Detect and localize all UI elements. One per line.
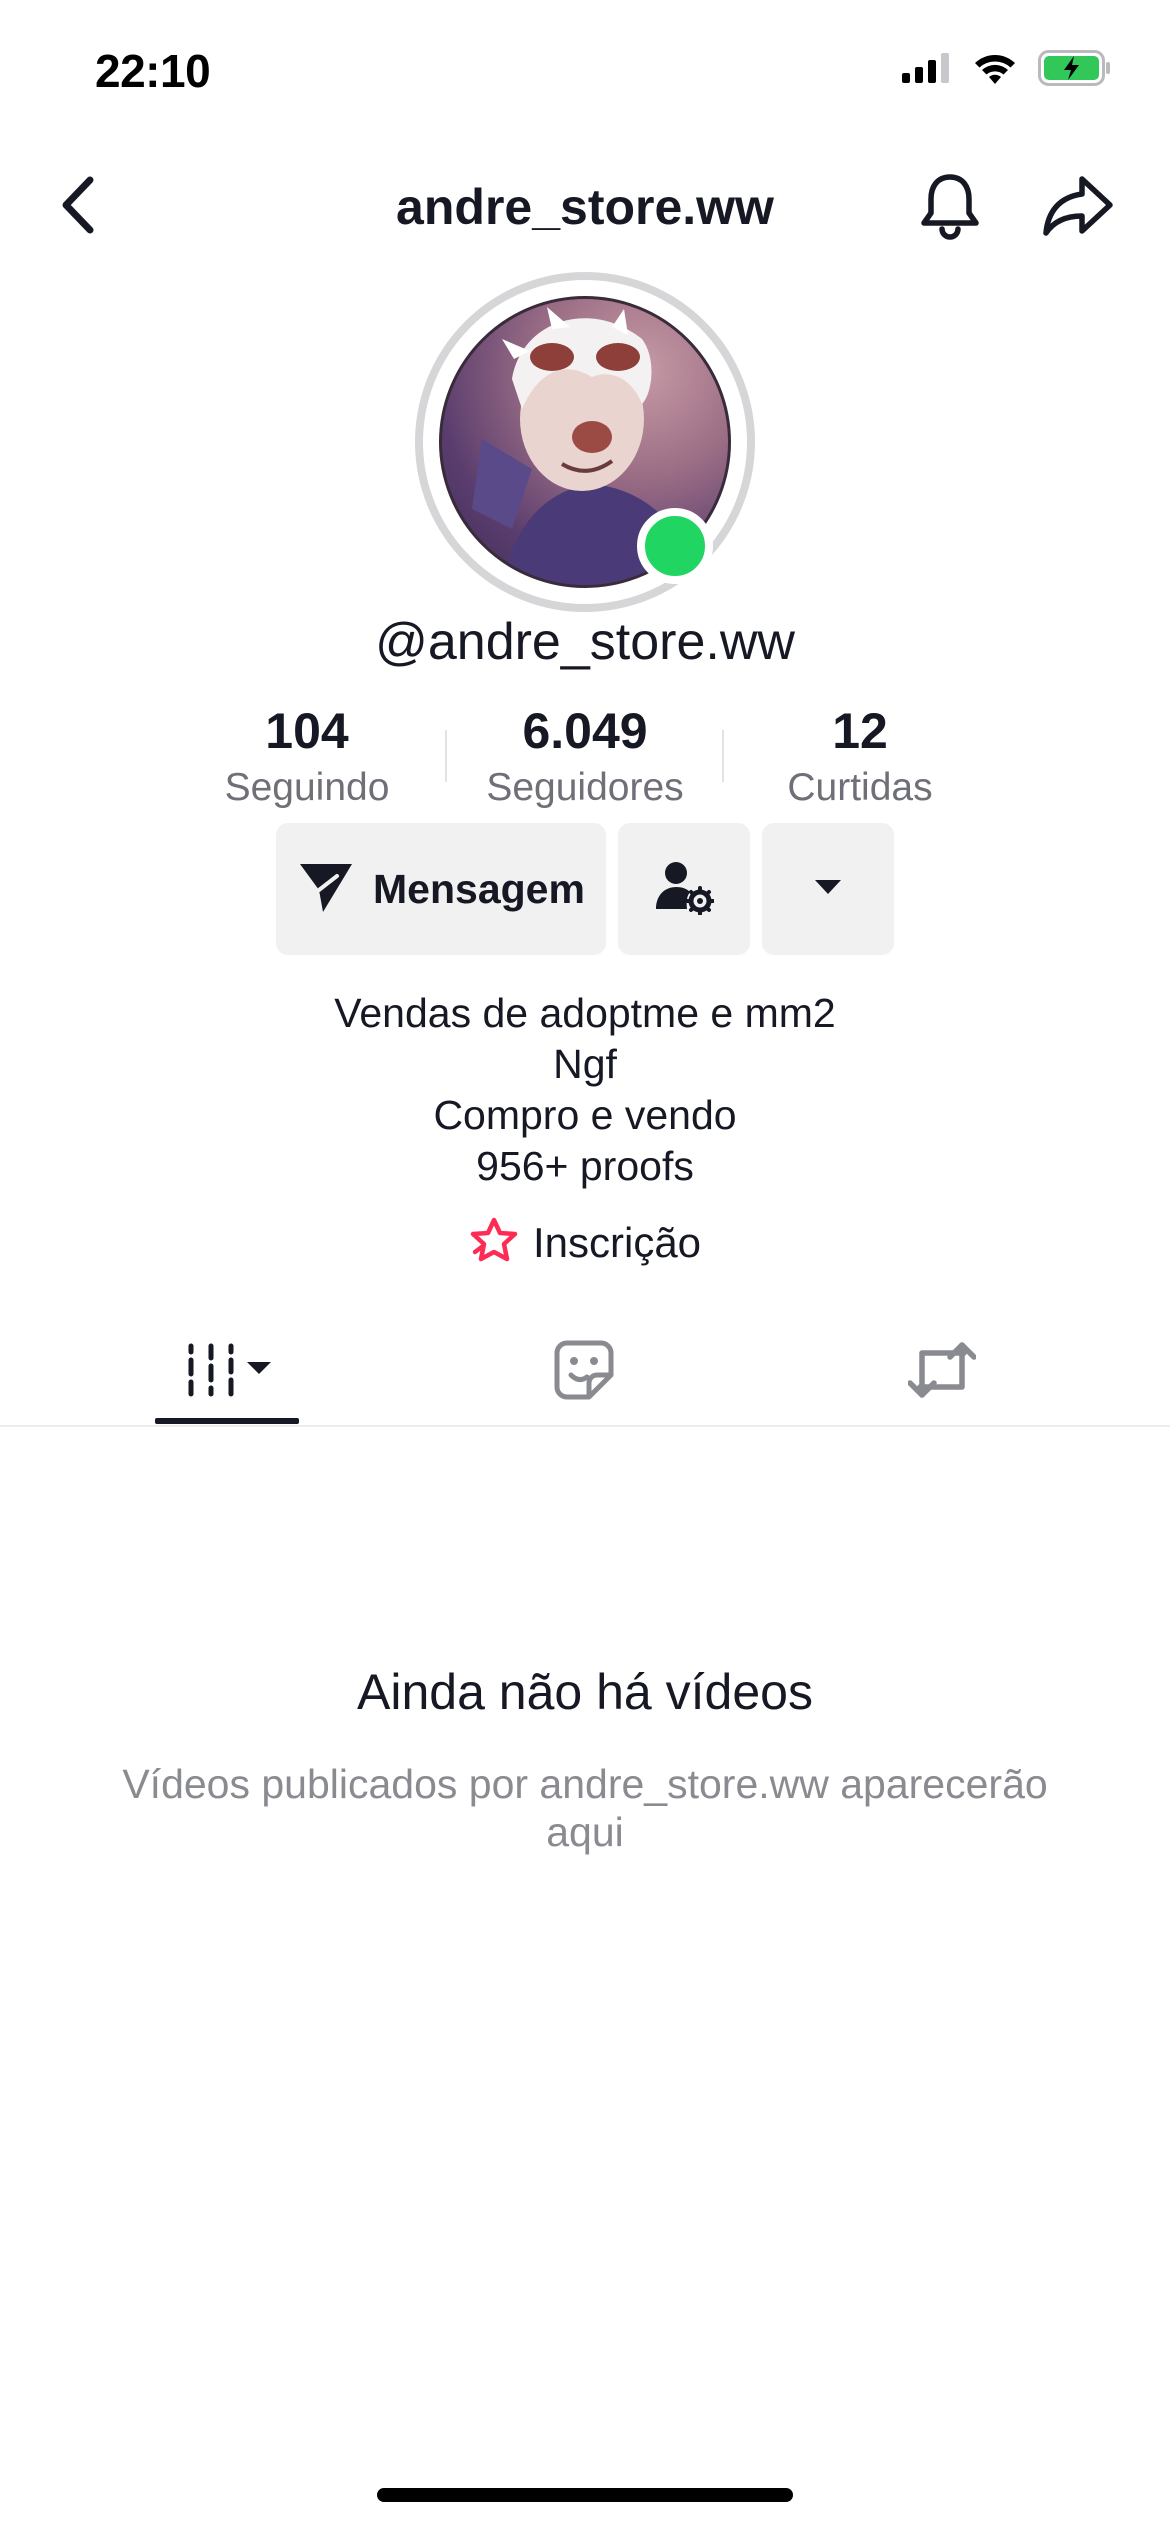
- profile-handle: @andre_store.ww: [375, 613, 795, 671]
- message-button-label: Mensagem: [373, 865, 585, 912]
- videos-grid-icon: [179, 1342, 275, 1403]
- status-icons: [902, 50, 1112, 91]
- sticker-icon: [553, 1339, 615, 1406]
- stat-label: Curtidas: [787, 766, 933, 809]
- caret-down-icon: [813, 878, 843, 901]
- tab-videos[interactable]: [127, 1320, 327, 1424]
- avatar[interactable]: [415, 272, 755, 612]
- stat-divider: [722, 730, 724, 782]
- subscription-label: Inscrição: [532, 1218, 702, 1266]
- signal-icon: [902, 53, 952, 88]
- send-icon: [297, 860, 355, 919]
- friend-settings-button[interactable]: [618, 823, 750, 955]
- profile-bio: Vendas de adoptme e mm2 Ngf Compro e ven…: [0, 988, 1170, 1192]
- repost-icon: [907, 1339, 977, 1406]
- stat-following[interactable]: 104 Seguindo: [187, 700, 427, 812]
- page-title: andre_store.ww: [396, 179, 774, 235]
- user-settings-icon: [654, 859, 715, 920]
- stat-label: Seguindo: [224, 766, 390, 809]
- tab-reposts[interactable]: [842, 1320, 1042, 1424]
- nav-bar: andre_store.ww: [0, 150, 1170, 260]
- stat-followers[interactable]: 6.049 Seguidores: [465, 700, 705, 812]
- bio-line: Vendas de adoptme e mm2: [334, 990, 836, 1036]
- stat-label: Seguidores: [486, 766, 684, 809]
- more-options-button[interactable]: [762, 823, 894, 955]
- home-indicator[interactable]: [377, 2488, 793, 2502]
- online-status-dot: [637, 508, 713, 584]
- share-button[interactable]: [1040, 170, 1116, 246]
- profile-stats: 104 Seguindo 6.049 Seguidores 12 Curtida…: [0, 700, 1170, 820]
- bio-line: Ngf: [553, 1041, 617, 1087]
- stat-value: 104: [265, 703, 349, 759]
- profile-actions: Mensagem: [0, 823, 1170, 955]
- notifications-button[interactable]: [912, 170, 988, 246]
- tab-stickers[interactable]: [484, 1320, 684, 1424]
- status-time: 22:10: [95, 45, 211, 97]
- profile-page: 22:10 andre_store.ww @andre_store.ww 104…: [0, 0, 1170, 2532]
- battery-charging-icon: [1038, 50, 1112, 91]
- empty-state-title: Ainda não há vídeos: [357, 1664, 813, 1720]
- message-button[interactable]: Mensagem: [276, 823, 606, 955]
- bio-line: 956+ proofs: [476, 1143, 694, 1189]
- bio-line: Compro e vendo: [433, 1092, 737, 1138]
- share-icon: [1042, 173, 1114, 244]
- status-bar: 22:10: [0, 0, 1170, 150]
- tabs-divider: [0, 1425, 1170, 1427]
- content-tabs: [0, 1320, 1170, 1426]
- star-icon: [469, 1216, 519, 1269]
- stat-divider: [445, 730, 447, 782]
- empty-state-subtitle: Vídeos publicados por andre_store.ww apa…: [122, 1761, 1048, 1855]
- active-tab-indicator: [155, 1418, 299, 1424]
- wifi-icon: [972, 51, 1018, 90]
- bell-icon: [918, 171, 982, 246]
- subscription-link[interactable]: Inscrição: [0, 1216, 1170, 1269]
- stat-value: 12: [832, 703, 888, 759]
- stat-likes[interactable]: 12 Curtidas: [740, 700, 980, 812]
- stat-value: 6.049: [522, 703, 648, 759]
